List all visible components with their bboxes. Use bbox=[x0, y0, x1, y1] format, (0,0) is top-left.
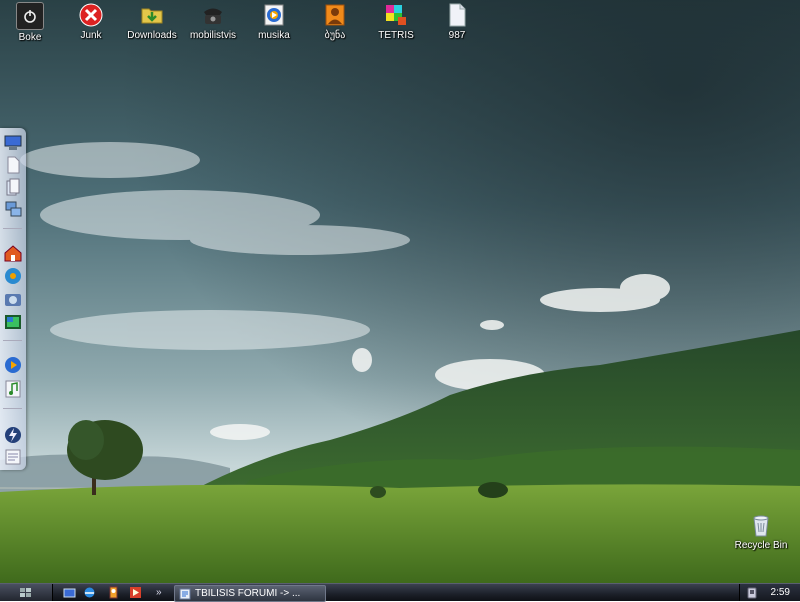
music-disc-icon[interactable] bbox=[2, 265, 23, 286]
folder-download-icon bbox=[139, 2, 165, 28]
notepad-icon[interactable] bbox=[2, 446, 23, 467]
taskbar-window-title: TBILISIS FORUMI -> ... bbox=[195, 588, 301, 599]
desktop-icon-label: Boke bbox=[18, 32, 42, 43]
desktop-icon-label: Recycle Bin bbox=[734, 540, 788, 551]
desktop-icon-label: 987 bbox=[448, 30, 466, 41]
user-icon bbox=[322, 2, 348, 28]
camera-icon[interactable] bbox=[2, 288, 23, 309]
telephone-icon bbox=[200, 2, 226, 28]
system-tray: 2:59 bbox=[739, 584, 800, 601]
taskbar-window-button[interactable]: TBILISIS FORUMI -> ... bbox=[174, 585, 326, 602]
desktop-icon-label: mobilistvis bbox=[189, 30, 237, 41]
music-note-icon[interactable] bbox=[2, 378, 23, 399]
file-icon bbox=[444, 2, 470, 28]
desktop-icon-recycle-bin[interactable]: Recycle Bin bbox=[728, 512, 794, 552]
desktop-icon-label: musika bbox=[258, 30, 290, 41]
recycle-bin-icon bbox=[748, 512, 774, 538]
windows-logo-icon bbox=[20, 587, 31, 597]
flash-icon[interactable] bbox=[2, 424, 23, 445]
desktop-icon-tetris[interactable]: TETRIS bbox=[363, 2, 429, 42]
desktop-icon-mobilistvis[interactable]: mobilistvis bbox=[180, 2, 246, 42]
desktop-icon-label: Junk bbox=[80, 30, 102, 41]
documents-icon[interactable] bbox=[2, 176, 23, 197]
desktop-icon-musika[interactable]: musika bbox=[241, 2, 307, 42]
desktop-icon-987[interactable]: 987 bbox=[424, 2, 490, 42]
power-icon bbox=[16, 2, 44, 30]
video-icon[interactable] bbox=[2, 311, 23, 332]
media-player-icon[interactable] bbox=[2, 354, 23, 375]
desktop-icon-label: ბუნა bbox=[324, 30, 346, 41]
computer-icon[interactable] bbox=[2, 132, 23, 153]
quick-launch-more-button[interactable]: » bbox=[156, 584, 162, 601]
document-icon[interactable] bbox=[2, 154, 23, 175]
browser-page-icon bbox=[179, 588, 191, 599]
close-icon bbox=[78, 2, 104, 28]
tetris-blocks-icon bbox=[383, 2, 409, 28]
browser-icon[interactable] bbox=[82, 585, 97, 600]
clock: 2:59 bbox=[770, 587, 790, 598]
desktop-icon-label: TETRIS bbox=[378, 30, 414, 41]
desktop-icon-label: Downloads bbox=[127, 30, 177, 41]
home-icon[interactable] bbox=[2, 242, 23, 263]
app-icon[interactable] bbox=[106, 585, 121, 600]
media-icon[interactable] bbox=[128, 585, 143, 600]
desktop-icon-junk[interactable]: Junk bbox=[58, 2, 124, 42]
side-dock bbox=[0, 128, 26, 470]
dock-separator bbox=[3, 340, 22, 341]
start-button[interactable] bbox=[0, 584, 53, 601]
media-player-icon bbox=[261, 2, 287, 28]
desktop-wallpaper bbox=[0, 0, 800, 583]
tray-icon[interactable] bbox=[744, 585, 759, 600]
desktop-icon-buna[interactable]: ბუნა bbox=[302, 2, 368, 42]
dock-separator bbox=[3, 408, 22, 409]
taskbar: » TBILISIS FORUMI -> ... 2:59 bbox=[0, 583, 800, 602]
desktop-window-icon[interactable] bbox=[62, 585, 77, 600]
desktop-icon-downloads[interactable]: Downloads bbox=[119, 2, 185, 42]
dock-separator bbox=[3, 228, 22, 229]
desktop-icon-boke[interactable]: Boke bbox=[0, 2, 63, 44]
network-icon[interactable] bbox=[2, 198, 23, 219]
